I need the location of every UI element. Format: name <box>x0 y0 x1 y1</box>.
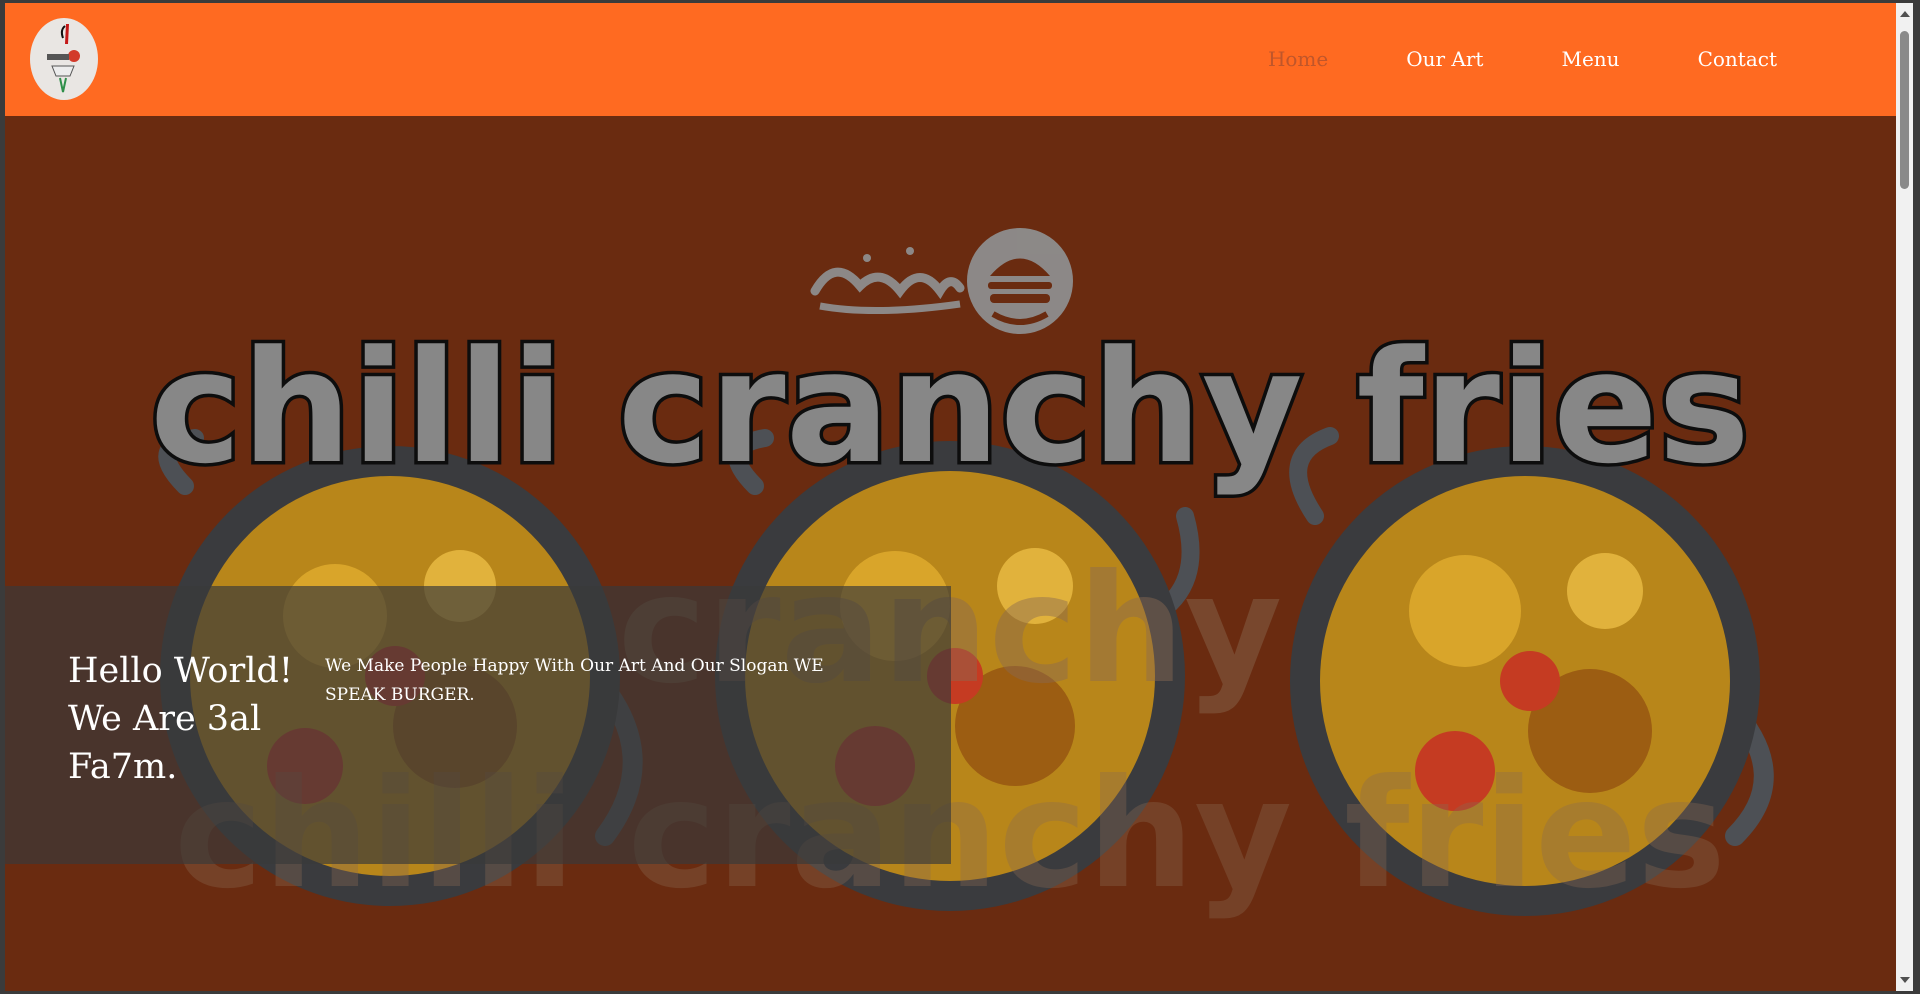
hero-title: Hello World! We Are 3al Fa7m. <box>68 651 293 787</box>
scroll-down-icon[interactable] <box>1900 977 1910 983</box>
scroll-up-icon[interactable] <box>1900 11 1910 17</box>
browser-viewport: Home Our Art Menu Contact cranchy fries … <box>5 3 1896 991</box>
nav-contact[interactable]: Contact <box>1698 47 1777 71</box>
banner-heading: chilli cranchy fries <box>150 317 1750 498</box>
hero-overlay-card: Hello World! We Are 3al Fa7m. We Make Pe… <box>5 586 951 864</box>
nav-menu[interactable]: Menu <box>1561 47 1619 71</box>
nav-our-art[interactable]: Our Art <box>1406 47 1483 71</box>
hero-section: cranchy chilli cranchy fries chilli cran… <box>5 116 1896 991</box>
main-nav: Home Our Art Menu Contact <box>1190 47 1777 71</box>
nav-home[interactable]: Home <box>1268 47 1328 71</box>
navbar: Home Our Art Menu Contact <box>5 3 1896 116</box>
scroll-thumb[interactable] <box>1900 31 1909 189</box>
scrollbar[interactable] <box>1896 3 1913 991</box>
hero-description: We Make People Happy With Our Art And Ou… <box>325 656 824 705</box>
logo-icon[interactable] <box>30 18 98 100</box>
